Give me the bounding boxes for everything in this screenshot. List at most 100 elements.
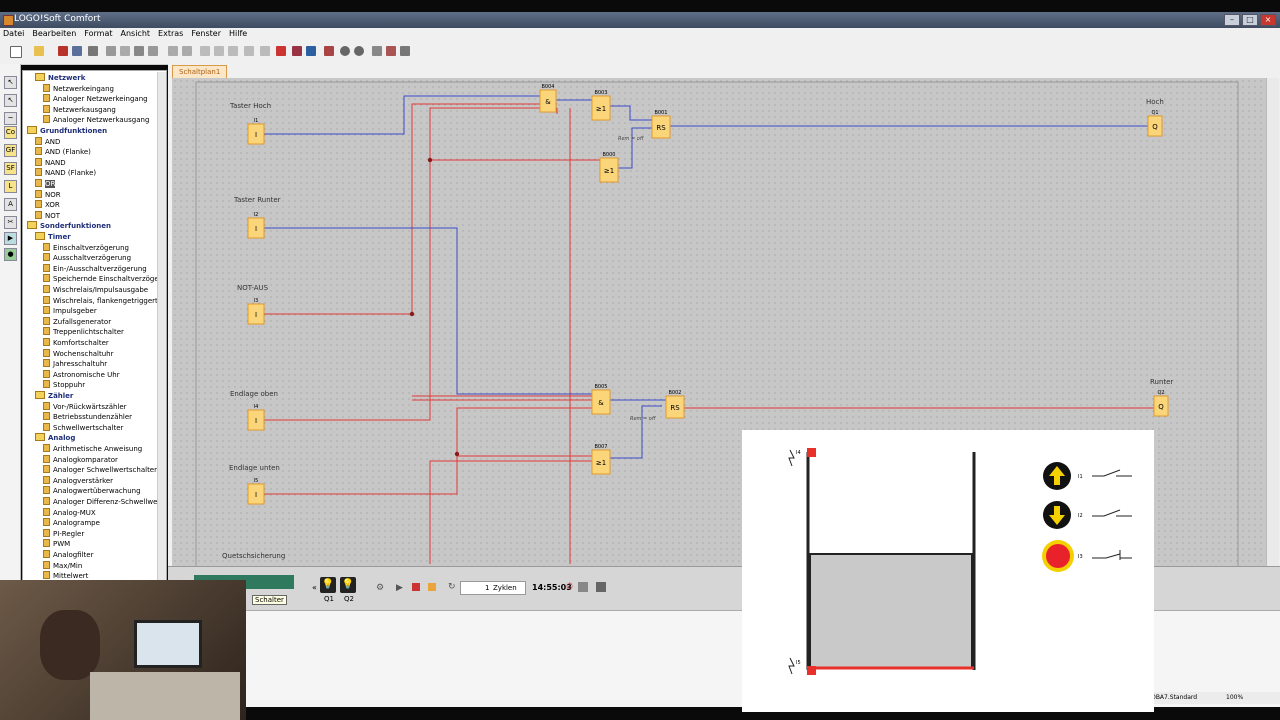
close-icon[interactable]: × bbox=[1260, 14, 1276, 26]
undo-icon[interactable] bbox=[168, 46, 178, 56]
tree-item[interactable]: Stoppuhr bbox=[43, 380, 85, 390]
tree-item[interactable]: PWM bbox=[43, 539, 70, 549]
tree-item[interactable]: Netzwerkausgang bbox=[43, 104, 116, 115]
menu-fenster[interactable]: Fenster bbox=[191, 28, 221, 40]
menu-ansicht[interactable]: Ansicht bbox=[121, 28, 151, 40]
fit-page-icon[interactable] bbox=[372, 46, 382, 56]
input-block-i4[interactable]: I I4 bbox=[247, 404, 265, 431]
online-test-icon[interactable]: ● bbox=[4, 248, 17, 261]
tree-item[interactable]: Astronomische Uhr bbox=[43, 369, 120, 380]
connect-tool-icon[interactable]: ~ bbox=[4, 112, 17, 125]
align-right-icon[interactable] bbox=[214, 46, 224, 56]
canvas-vertical-scrollbar[interactable] bbox=[1266, 78, 1279, 566]
function-block-b003[interactable]: ≥1 B003 bbox=[591, 90, 611, 121]
function-block-b001[interactable]: RS B001 bbox=[651, 110, 671, 139]
menu-hilfe[interactable]: Hilfe bbox=[229, 28, 247, 40]
print-icon[interactable] bbox=[88, 46, 98, 56]
delete-icon[interactable] bbox=[148, 46, 158, 56]
output-block-q1[interactable]: Q Q1 bbox=[1147, 110, 1163, 137]
tree-item[interactable]: Wischrelais/Impulsausgabe bbox=[43, 285, 148, 295]
emergency-stop-button[interactable] bbox=[1042, 540, 1074, 572]
tool-icon[interactable] bbox=[386, 46, 396, 56]
tree-item[interactable]: Grundfunktionen bbox=[27, 126, 107, 136]
sf-tool-icon[interactable]: SF bbox=[4, 162, 17, 175]
red-tool-icon[interactable] bbox=[58, 46, 68, 56]
tree-item[interactable]: Analogwertüberwachung bbox=[43, 486, 141, 496]
tab-schaltplan1[interactable]: Schaltplan1 bbox=[172, 65, 228, 79]
network-icon[interactable]: ⚙ bbox=[376, 583, 384, 593]
tree-item[interactable]: Wochenschaltuhr bbox=[43, 348, 113, 359]
tree-item[interactable]: XOR bbox=[35, 200, 60, 210]
transfer-icon[interactable] bbox=[276, 46, 286, 56]
tree-item[interactable]: Arithmetische Anweisung bbox=[43, 444, 142, 454]
tree-item[interactable]: Jahresschaltuhr bbox=[43, 359, 107, 369]
save-icon[interactable] bbox=[72, 46, 82, 56]
tree-item[interactable]: Max/Min bbox=[43, 560, 82, 571]
gf-tool-icon[interactable]: GF bbox=[4, 144, 17, 157]
tree-item[interactable]: Analogrampe bbox=[43, 518, 100, 528]
tree-item[interactable]: Schwellwertschalter bbox=[43, 422, 123, 433]
function-block-b002[interactable]: RS B002 bbox=[665, 390, 685, 419]
align-top-icon[interactable] bbox=[228, 46, 238, 56]
tree-item[interactable]: Betriebsstundenzähler bbox=[43, 412, 132, 422]
new-file-icon[interactable] bbox=[10, 46, 22, 58]
menu-extras[interactable]: Extras bbox=[158, 28, 183, 40]
tree-item[interactable]: Speichernde Einschaltverzögerung bbox=[43, 274, 166, 284]
menu-format[interactable]: Format bbox=[84, 28, 112, 40]
select-tool-icon[interactable]: ↖ bbox=[4, 94, 17, 107]
zoom-out-icon[interactable] bbox=[354, 46, 364, 56]
down-button[interactable] bbox=[1043, 501, 1071, 529]
tree-item[interactable]: Impulsgeber bbox=[43, 306, 97, 316]
tree-item[interactable]: Komfortschalter bbox=[43, 338, 109, 348]
tree-item[interactable]: AND bbox=[35, 136, 60, 147]
redo-icon[interactable] bbox=[182, 46, 192, 56]
output-block-q2[interactable]: Q Q2 bbox=[1153, 390, 1169, 417]
collapse-arrow-icon[interactable]: « bbox=[312, 583, 317, 592]
tree-item[interactable]: Analog bbox=[35, 433, 75, 443]
table-icon[interactable] bbox=[596, 582, 606, 592]
tree-item[interactable]: Ausschaltverzögerung bbox=[43, 253, 131, 263]
ud-tool-icon[interactable]: L bbox=[4, 180, 17, 193]
tree-item[interactable]: Netzwerkeingang bbox=[43, 83, 114, 94]
tree-item[interactable]: NOR bbox=[35, 189, 61, 200]
stop-icon[interactable] bbox=[412, 583, 420, 591]
tree-item[interactable]: Analoger Schwellwertschalter bbox=[43, 465, 157, 475]
open-folder-icon[interactable] bbox=[34, 46, 44, 56]
tree-item[interactable]: PI-Regler bbox=[43, 528, 84, 539]
zoom-in-icon[interactable] bbox=[340, 46, 350, 56]
input-block-i1[interactable]: I I1 bbox=[247, 118, 265, 145]
align-left-icon[interactable] bbox=[200, 46, 210, 56]
simulate-icon[interactable] bbox=[292, 46, 302, 56]
maximize-icon[interactable]: □ bbox=[1242, 14, 1258, 26]
tree-item[interactable]: Zufallsgenerator bbox=[43, 316, 111, 327]
tree-item[interactable]: Zähler bbox=[35, 391, 73, 401]
clock-icon[interactable]: ⏱ bbox=[566, 582, 573, 592]
up-button[interactable] bbox=[1043, 462, 1071, 490]
cycles-field[interactable]: 1 Zyklen bbox=[460, 581, 526, 595]
minimize-icon[interactable]: – bbox=[1224, 14, 1240, 26]
function-block-b005[interactable]: & B005 bbox=[591, 384, 611, 415]
tree-item[interactable]: AND (Flanke) bbox=[35, 147, 91, 157]
text-tool-icon[interactable]: A bbox=[4, 198, 17, 211]
function-block-b007[interactable]: ≥1 B007 bbox=[591, 444, 611, 475]
grid-icon[interactable] bbox=[578, 582, 588, 592]
align-bottom-icon[interactable] bbox=[244, 46, 254, 56]
function-block-b004[interactable]: & B004 bbox=[539, 84, 557, 113]
simulation-tool-icon[interactable]: ▶ bbox=[4, 232, 17, 245]
tree-item[interactable]: Analogverstärker bbox=[43, 475, 113, 486]
tree-item[interactable]: Netzwerk bbox=[35, 73, 85, 83]
tree-item[interactable]: Analogkomparator bbox=[43, 454, 118, 465]
tree-item[interactable]: Sonderfunktionen bbox=[27, 221, 111, 231]
play-icon[interactable]: ▶ bbox=[396, 583, 403, 593]
tree-scrollbar[interactable] bbox=[157, 72, 166, 582]
input-block-i5[interactable]: I I5 bbox=[247, 478, 265, 505]
tree-item[interactable]: Wischrelais, flankengetriggert bbox=[43, 295, 158, 306]
menu-datei[interactable]: Datei bbox=[3, 28, 24, 40]
tree-item[interactable]: Timer bbox=[35, 232, 71, 242]
tree-item[interactable]: OR bbox=[35, 179, 56, 189]
tree-item[interactable]: Treppenlichtschalter bbox=[43, 327, 124, 337]
paste-icon[interactable] bbox=[134, 46, 144, 56]
co-tool-icon[interactable]: Co bbox=[4, 126, 17, 139]
tree-item[interactable]: Analoger Netzwerkeingang bbox=[43, 94, 148, 104]
tree-item[interactable]: Analogfilter bbox=[43, 550, 93, 560]
